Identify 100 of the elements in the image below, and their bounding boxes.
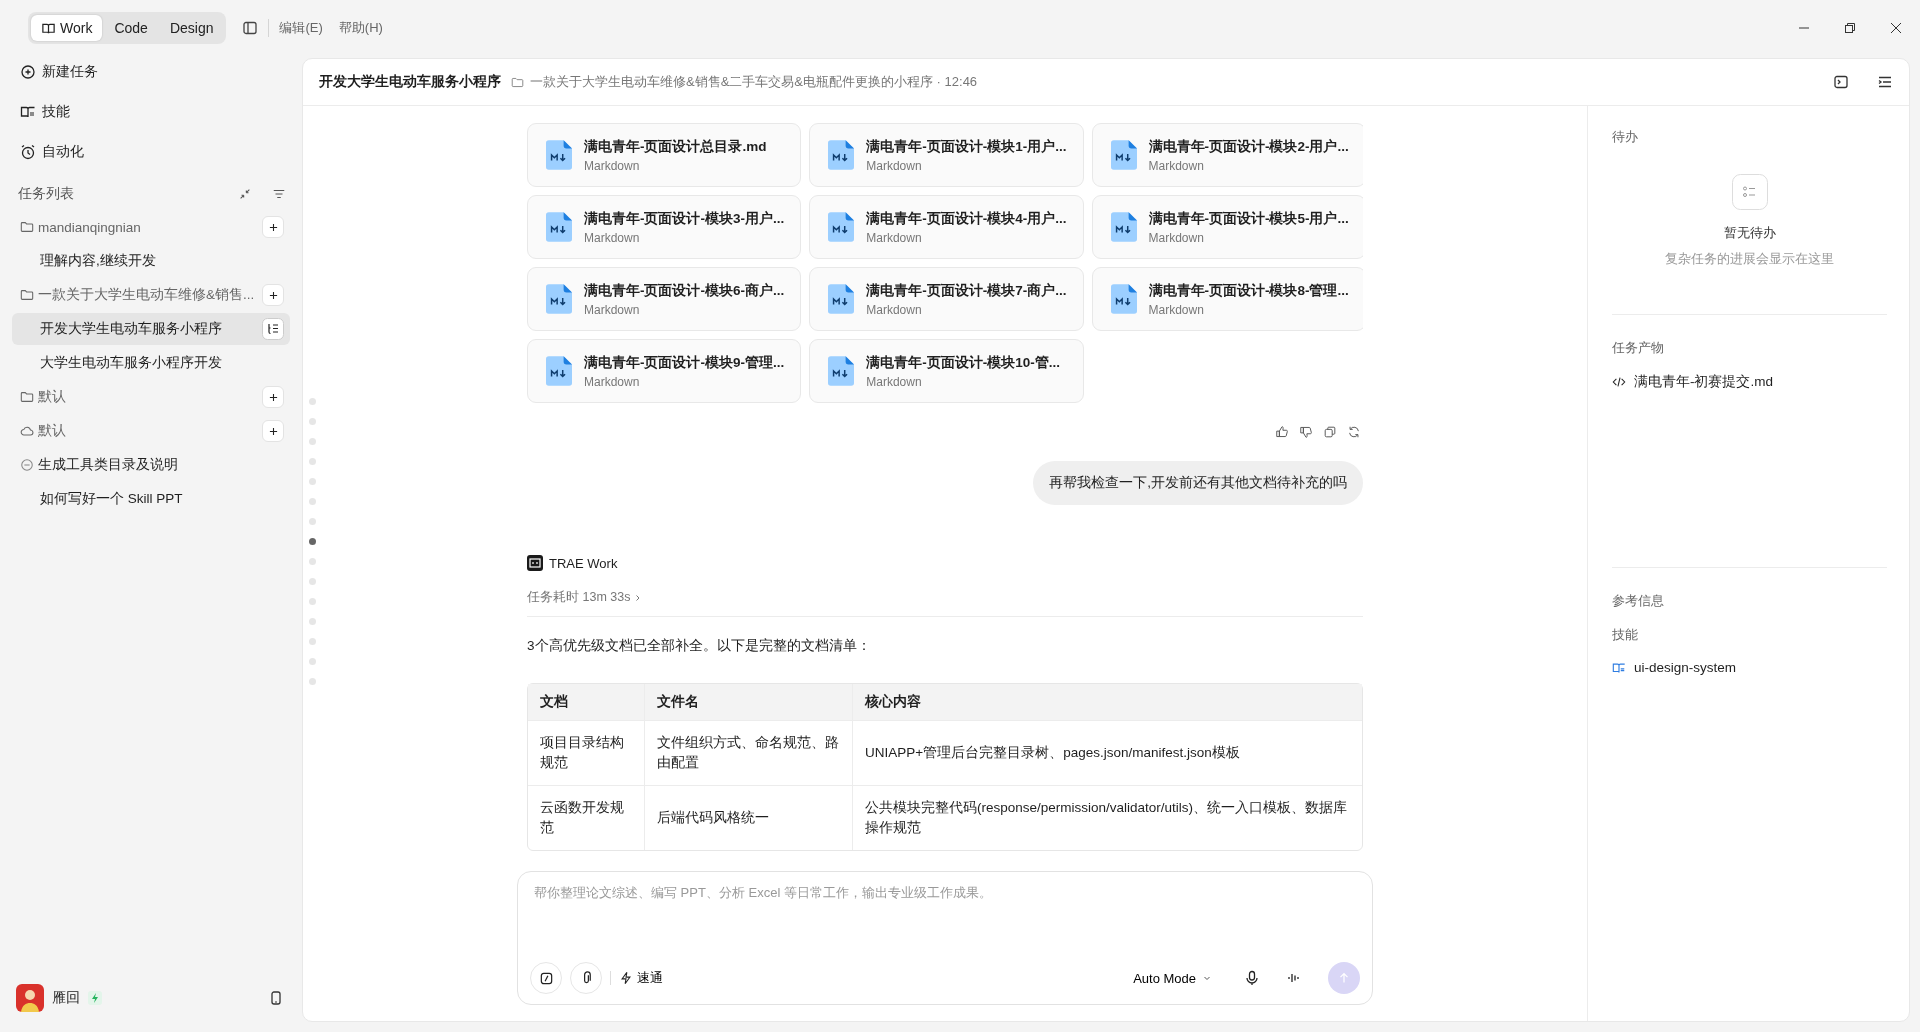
timeline-dot[interactable] [309,418,316,425]
slash-icon [538,970,554,986]
timeline-dot[interactable] [309,498,316,505]
tree-icon[interactable] [262,318,284,340]
task-item[interactable]: 生成工具类目录及说明 [38,456,290,474]
file-card[interactable]: 满电青年-页面设计-模块3-用户... Markdown [527,195,802,259]
empty-hint: 复杂任务的进展会显示在这里 [1665,250,1834,268]
menu-item[interactable]: 编辑(E) [279,19,323,37]
file-card[interactable]: 满电青年-页面设计-模块2-用户... Markdown [1091,123,1363,187]
file-card[interactable]: 满电青年-页面设计-模块9-管理... Markdown [527,339,802,403]
timeline-dot[interactable] [309,658,316,665]
add-button[interactable] [262,386,284,408]
lightning-icon [619,971,633,985]
file-card[interactable]: 满电青年-页面设计-模块1-用户... Markdown [809,123,1084,187]
assistant-message: 3个高优先级文档已全部补全。以下是完整的文档清单： [527,637,872,655]
plus-circle-icon [20,64,36,80]
book-icon [1612,660,1626,675]
thumbs-up-icon[interactable] [1275,425,1289,439]
assistant-logo-icon [527,555,543,571]
markdown-file-icon [546,356,572,386]
folder-icon [20,220,34,234]
file-name: 满电青年-页面设计-模块4-用户... [866,209,1067,228]
list-panel-icon[interactable] [1877,74,1893,90]
file-card[interactable]: 满电青年-页面设计-模块7-商户... Markdown [809,267,1084,331]
mode-tab[interactable]: Design [159,15,224,41]
section-title: 任务产物 [1612,339,1665,357]
section-title: 参考信息 [1612,592,1665,610]
terminal-icon[interactable] [1833,74,1849,90]
sidebar-toggle-icon[interactable] [242,20,259,36]
file-name: 满电青年-页面设计-模块1-用户... [866,137,1067,156]
file-name: 满电青年-页面设计-模块2-用户... [1148,137,1349,156]
close-icon[interactable] [1890,22,1902,34]
refresh-icon[interactable] [1347,425,1361,439]
menu-item[interactable]: 帮助(H) [338,19,383,37]
add-button[interactable] [262,420,284,442]
markdown-file-icon [828,356,855,386]
task-item[interactable]: 开发大学生电动车服务小程序 [12,313,290,345]
group-name: 一款关于大学生电动车维修&销售... [38,286,256,304]
nav-item[interactable]: 技能 [12,96,290,128]
thumbs-down-icon[interactable] [1299,425,1313,439]
timeline-dot[interactable] [309,578,316,585]
plus-icon [268,392,278,402]
table-cell: 后端代码风格统一 [644,786,852,850]
file-card[interactable]: 满电青年-页面设计-模块8-管理... Markdown [1091,267,1363,331]
device-icon[interactable] [268,990,284,1006]
timeline-dot[interactable] [309,638,316,645]
assistant-name: TRAE Work [549,555,618,571]
user-message: 再帮我检查一下,开发前还有其他文档待补充的吗 [1033,461,1363,505]
file-card[interactable]: 满电青年-页面设计-模块5-用户... Markdown [1091,195,1363,259]
file-type: Markdown [584,158,641,173]
restore-icon[interactable] [1844,22,1856,34]
task-item[interactable]: 如何写好一个 Skill PPT [12,483,290,515]
artifact-item[interactable]: 满电青年-初赛提交.md [1612,373,1773,391]
add-button[interactable] [262,216,284,238]
timeline-dot[interactable] [309,478,316,485]
task-duration[interactable]: 任务耗时 13m 33s [527,589,631,606]
slash-command-button[interactable] [530,962,562,994]
file-name: 满电青年-页面设计-模块10-管... [866,353,1060,372]
copy-icon[interactable] [1323,425,1337,439]
microphone-icon[interactable] [1244,970,1260,986]
timeline-dot[interactable] [309,538,316,545]
task-item[interactable]: 大学生电动车服务小程序开发 [12,347,290,379]
file-type: Markdown [584,302,641,317]
file-type: Markdown [1148,230,1205,245]
file-card[interactable]: 满电青年-页面设计-模块10-管... Markdown [809,339,1084,403]
file-type: Markdown [866,158,923,173]
task-item[interactable]: 理解内容,继续开发 [12,245,290,277]
file-card[interactable]: 满电青年-页面设计总目录.md Markdown [527,123,802,187]
timeline-dot[interactable] [309,678,316,685]
plus-icon [268,222,278,232]
mode-tab[interactable]: Code [104,15,158,41]
filter-icon[interactable] [272,187,286,201]
nav-item[interactable]: 自动化 [12,136,290,168]
timeline-dot[interactable] [309,618,316,625]
subsection-title: 技能 [1612,626,1639,644]
table-cell: UNIAPP+管理后台完整目录树、pages.json/manifest.json模板 [852,721,1362,785]
timeline-dot[interactable] [309,398,316,405]
timeline-dot[interactable] [309,598,316,605]
message-input[interactable]: 帮你整理论文综述、编写 PPT、分析 Excel 等日常工作，输出专业级工作成果。 速通 Auto Mode [517,871,1373,1005]
timeline-dot[interactable] [309,438,316,445]
file-card[interactable]: 满电青年-页面设计-模块6-商户... Markdown [527,267,802,331]
timeline-dot[interactable] [309,558,316,565]
file-name: 满电青年-页面设计-模块9-管理... [584,353,785,372]
nav-item[interactable]: 新建任务 [12,56,290,88]
timeline-dot[interactable] [309,458,316,465]
collapse-icon[interactable] [238,187,252,201]
timeline-dot[interactable] [309,518,316,525]
markdown-file-icon [546,212,572,242]
avatar[interactable] [16,984,44,1012]
file-name: 满电青年-页面设计-模块5-用户... [1148,209,1349,228]
mode-tab[interactable]: Work [31,15,103,41]
add-button[interactable] [262,284,284,306]
skill-item[interactable]: ui-design-system [1612,660,1737,675]
file-card[interactable]: 满电青年-页面设计-模块4-用户... Markdown [809,195,1084,259]
attach-button[interactable] [570,962,602,994]
plus-icon [268,426,278,436]
group-name: 默认 [38,422,67,440]
mode-dropdown[interactable]: Auto Mode [1127,969,1218,987]
speed-mode-button[interactable]: 速通 [619,969,663,987]
file-type: Markdown [866,374,923,389]
